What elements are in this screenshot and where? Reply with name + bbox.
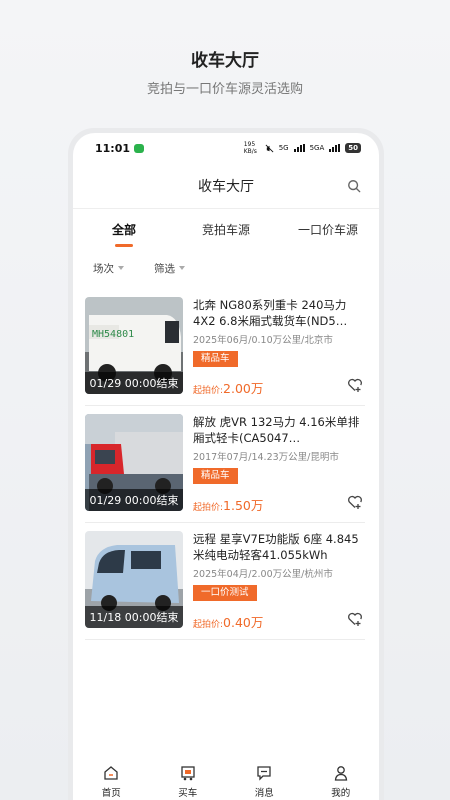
price-label: 起拍价: bbox=[193, 503, 224, 513]
svg-text:MH54801: MH54801 bbox=[92, 329, 134, 340]
favorite-add-icon[interactable] bbox=[347, 611, 363, 627]
promo-subtitle: 竞拍与一口价车源灵活选购 bbox=[146, 82, 303, 97]
chevron-down-icon bbox=[179, 266, 185, 270]
status-time-group: 11:01 bbox=[95, 141, 145, 155]
page-title: 收车大厅 bbox=[198, 178, 254, 195]
listing-tag: 精品车 bbox=[193, 351, 238, 367]
signal-icon-2 bbox=[329, 144, 341, 152]
listing-title: 解放 虎VR 132马力 4.16米单排厢式轻卡(CA5047… bbox=[193, 415, 360, 445]
bottom-nav-messages-label: 消息 bbox=[254, 788, 274, 799]
chevron-down-icon bbox=[118, 266, 124, 270]
tab-auction[interactable]: 竞拍车源 bbox=[175, 209, 277, 251]
network-speed: 195 KB/s bbox=[243, 141, 257, 155]
status-bar: 11:01 195 KB/s 5G 5GA 50 bbox=[73, 133, 379, 163]
bottom-nav: 首页 买车 消息 我的 bbox=[73, 755, 379, 800]
call-indicator-icon bbox=[134, 143, 145, 153]
tab-bar: 全部 竞拍车源 一口价车源 bbox=[73, 209, 379, 251]
filter-screen-label: 筛选 bbox=[154, 262, 175, 275]
bottom-nav-profile[interactable]: 我的 bbox=[303, 765, 380, 800]
listing-title: 远程 星享V7E功能版 6座 4.845米纯电动轻客41.055kWh bbox=[193, 532, 359, 562]
status-indicators: 195 KB/s 5G 5GA 50 bbox=[244, 141, 361, 155]
app-screen: 11:01 195 KB/s 5G 5GA 50 收车大厅 全部 竞拍车源 一口… bbox=[73, 133, 379, 800]
listing-info: 解放 虎VR 132马力 4.16米单排厢式轻卡(CA5047… 2017年07… bbox=[193, 414, 365, 514]
listing-list: MH54801 01/29 00:00结束 北奔 NG80系列重卡 240马力 … bbox=[73, 289, 379, 640]
price-label: 起拍价: bbox=[193, 620, 224, 630]
listing-info: 远程 星享V7E功能版 6座 4.845米纯电动轻客41.055kWh 2025… bbox=[193, 531, 365, 631]
listing-item[interactable]: 01/29 00:00结束 解放 虎VR 132马力 4.16米单排厢式轻卡(C… bbox=[85, 406, 365, 523]
user-icon bbox=[334, 766, 347, 781]
price-value: 2.00万 bbox=[223, 381, 264, 396]
search-icon[interactable] bbox=[347, 179, 361, 193]
filter-session-label: 场次 bbox=[93, 262, 114, 275]
auction-end-time: 11/18 00:00结束 bbox=[85, 606, 183, 628]
listing-title: 北奔 NG80系列重卡 240马力 4X2 6.8米厢式载货车(ND5… bbox=[193, 298, 348, 328]
bottom-nav-home[interactable]: 首页 bbox=[73, 765, 150, 800]
listing-meta: 2025年06月/0.10万公里/北京市 bbox=[193, 335, 333, 346]
bottom-nav-home-label: 首页 bbox=[101, 788, 121, 799]
auction-end-time: 01/29 00:00结束 bbox=[85, 489, 183, 511]
listing-tag: 一口价测试 bbox=[193, 585, 257, 601]
listing-tag: 精品车 bbox=[193, 468, 238, 484]
status-time: 11:01 bbox=[95, 141, 131, 155]
tab-fixed-price[interactable]: 一口价车源 bbox=[277, 209, 379, 251]
filter-screen[interactable]: 筛选 bbox=[154, 261, 185, 276]
auction-end-time: 01/29 00:00结束 bbox=[85, 372, 183, 394]
price-value: 0.40万 bbox=[223, 615, 264, 630]
listing-item[interactable]: MH54801 01/29 00:00结束 北奔 NG80系列重卡 240马力 … bbox=[85, 289, 365, 406]
mute-icon bbox=[265, 144, 274, 152]
car-icon bbox=[181, 766, 195, 781]
price-label: 起拍价: bbox=[193, 386, 224, 396]
battery-icon: 50 bbox=[345, 143, 361, 153]
bottom-nav-profile-label: 我的 bbox=[331, 788, 351, 799]
listing-item[interactable]: 11/18 00:00结束 远程 星享V7E功能版 6座 4.845米纯电动轻客… bbox=[85, 523, 365, 640]
signal-icon bbox=[293, 144, 305, 152]
network-type-2: 5GA bbox=[309, 144, 325, 152]
vehicle-photo: MH54801 01/29 00:00结束 bbox=[85, 297, 183, 394]
listing-price: 起拍价:1.50万 bbox=[193, 495, 263, 514]
tab-all[interactable]: 全部 bbox=[73, 209, 175, 251]
listing-price: 起拍价:0.40万 bbox=[193, 612, 263, 631]
price-value: 1.50万 bbox=[223, 498, 264, 513]
listing-info: 北奔 NG80系列重卡 240马力 4X2 6.8米厢式载货车(ND5… 202… bbox=[193, 297, 365, 397]
vehicle-photo: 01/29 00:00结束 bbox=[85, 414, 183, 511]
bottom-nav-messages[interactable]: 消息 bbox=[226, 765, 303, 800]
listing-price: 起拍价:2.00万 bbox=[193, 378, 263, 397]
home-icon bbox=[104, 766, 118, 780]
promo-title: 收车大厅 bbox=[191, 51, 259, 71]
phone-frame: 11:01 195 KB/s 5G 5GA 50 收车大厅 全部 竞拍车源 一口… bbox=[68, 128, 384, 800]
favorite-add-icon[interactable] bbox=[347, 377, 363, 393]
nav-bar: 收车大厅 bbox=[73, 163, 379, 209]
favorite-add-icon[interactable] bbox=[347, 494, 363, 510]
vehicle-photo: 11/18 00:00结束 bbox=[85, 531, 183, 628]
network-type-1: 5G bbox=[278, 144, 289, 152]
bottom-nav-buy[interactable]: 买车 bbox=[150, 765, 227, 800]
message-icon bbox=[257, 766, 271, 781]
listing-meta: 2017年07月/14.23万公里/昆明市 bbox=[193, 452, 339, 463]
filter-bar: 场次 筛选 bbox=[73, 251, 379, 281]
bottom-nav-buy-label: 买车 bbox=[178, 788, 198, 799]
listing-meta: 2025年04月/2.00万公里/杭州市 bbox=[193, 569, 333, 580]
filter-session[interactable]: 场次 bbox=[93, 261, 124, 276]
